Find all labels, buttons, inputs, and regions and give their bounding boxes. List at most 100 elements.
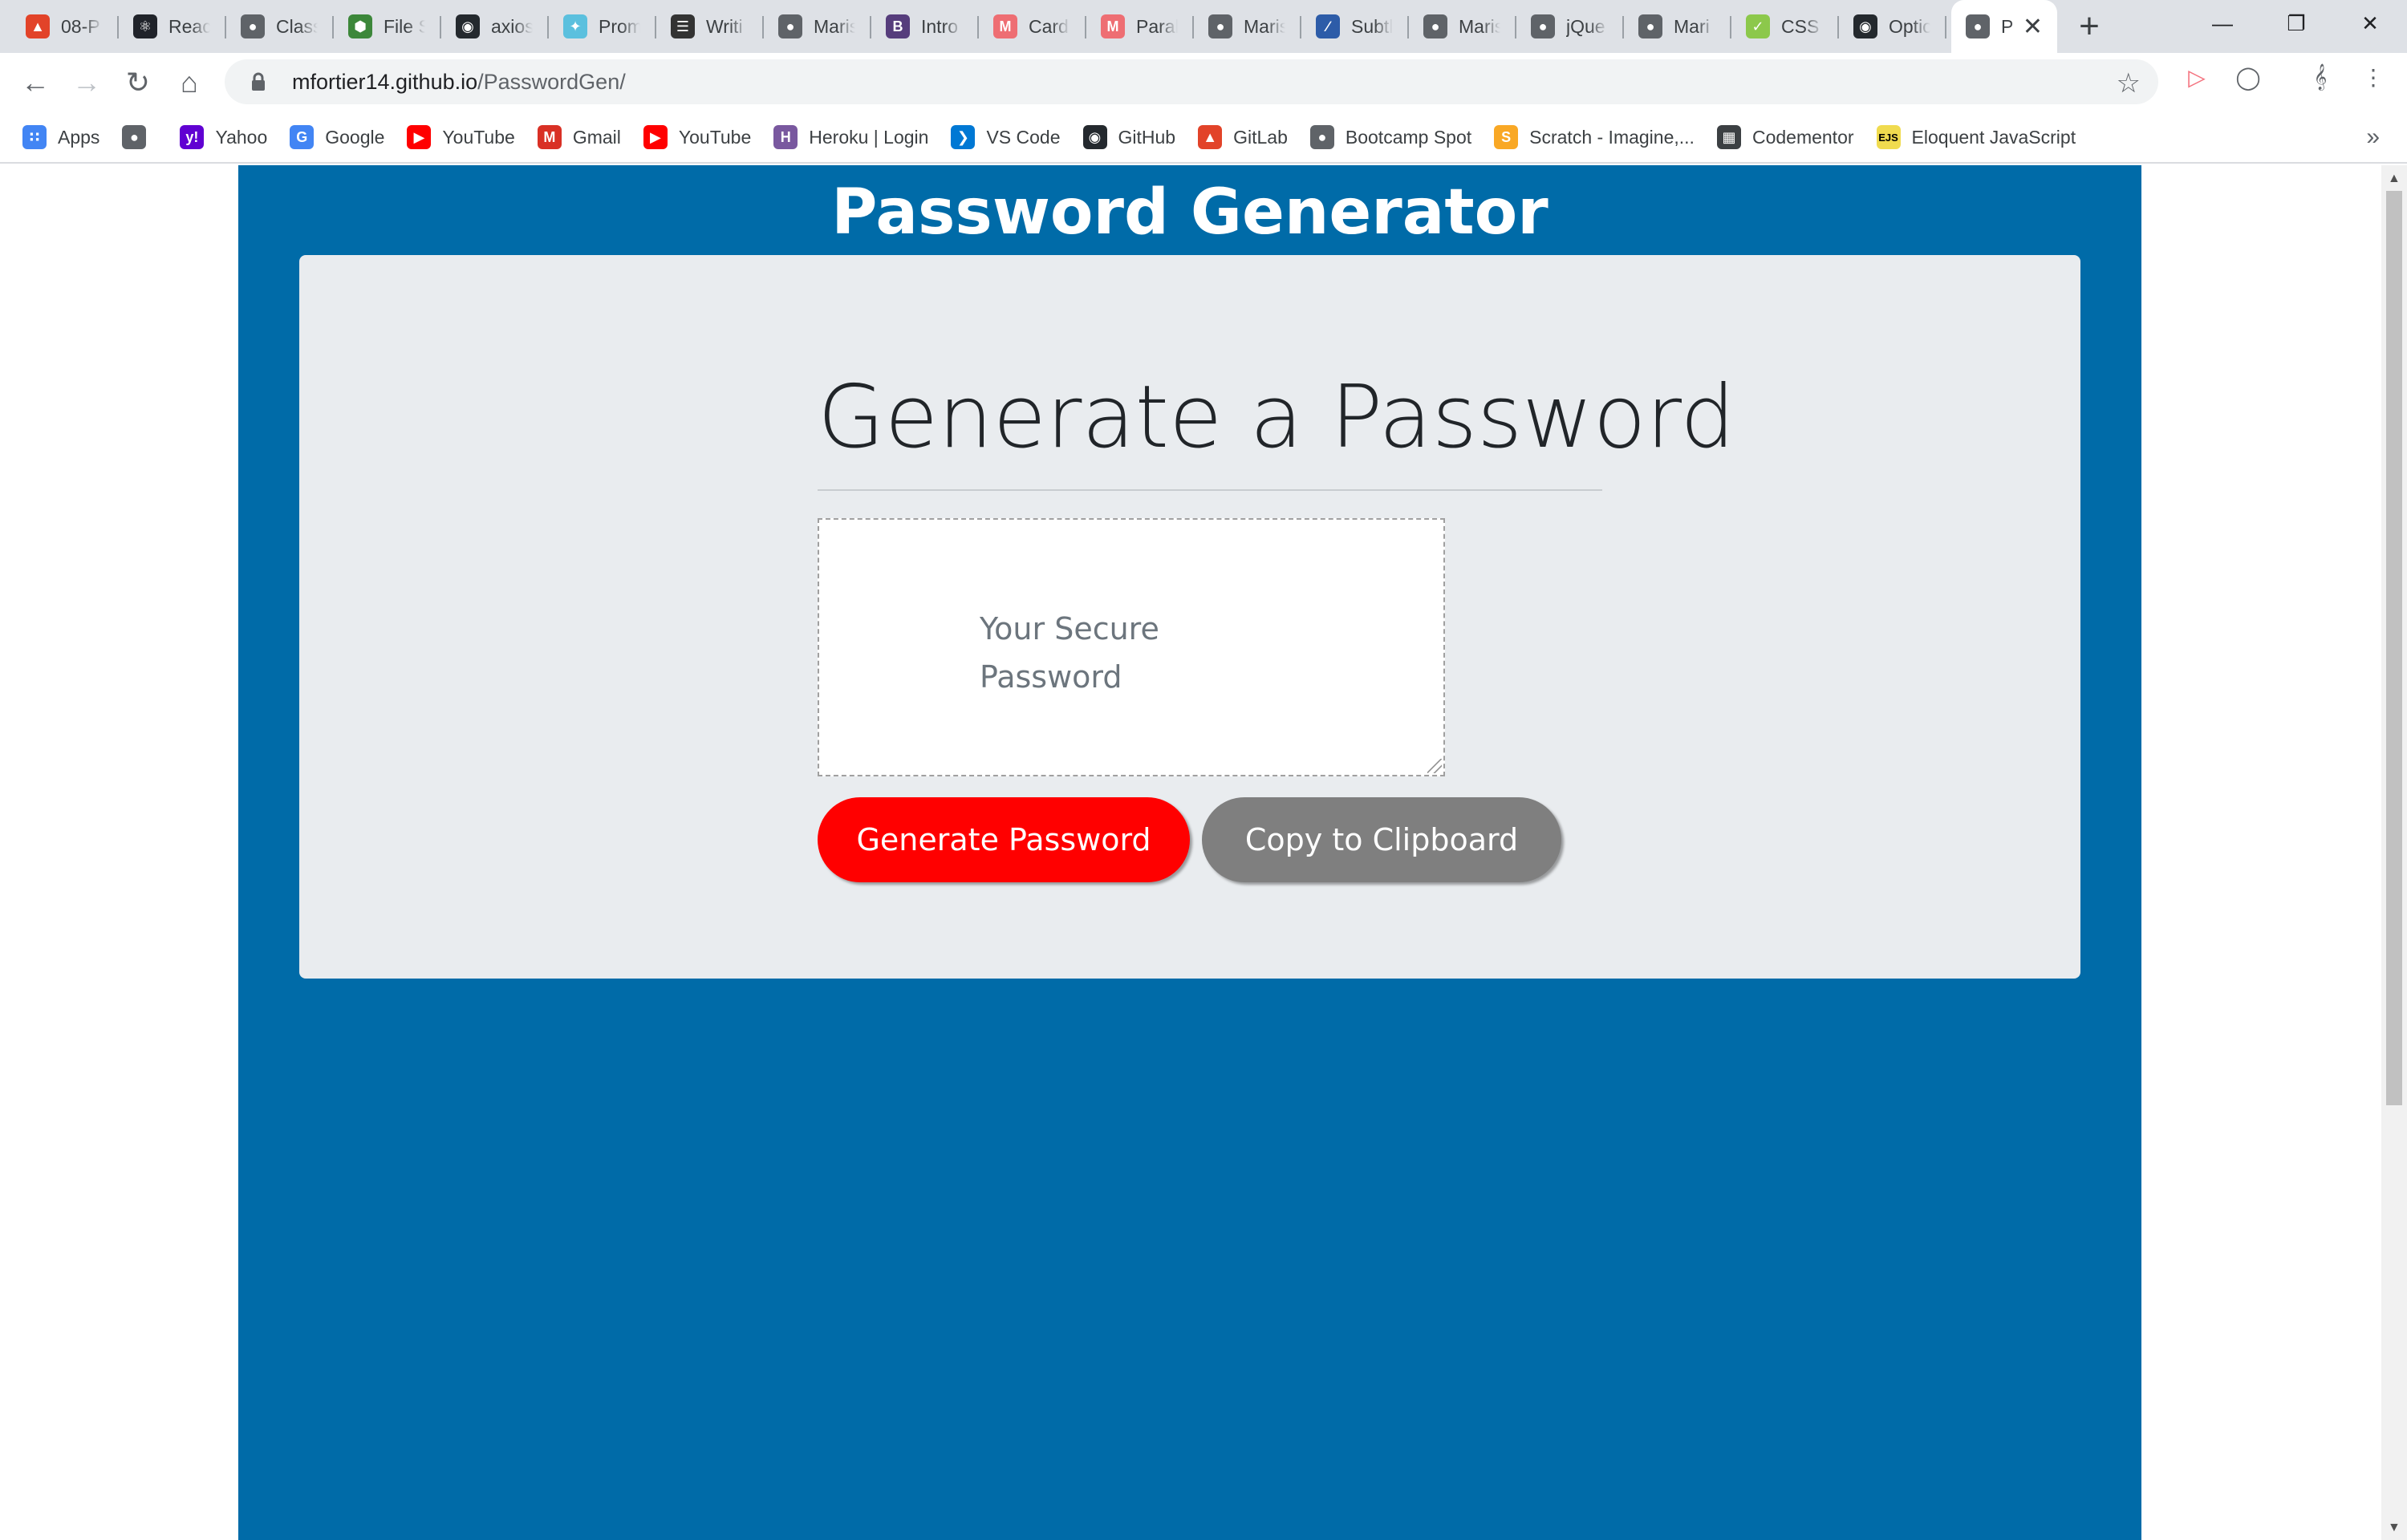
browser-tab[interactable]: ▲ 08-P [11, 0, 119, 53]
heroku-icon: H [773, 125, 798, 149]
generate-password-button[interactable]: Generate Password [818, 797, 1190, 882]
globe-icon: ● [1638, 14, 1662, 38]
tab-title: File S [384, 15, 425, 37]
bookmarks-bar: ∷ Apps ● y! Yahoo G Google ▶ YouTube M Gmail ▶ YouTu… [0, 112, 2407, 164]
bird-icon: ✦ [563, 14, 587, 38]
back-button[interactable]: ← [10, 57, 61, 108]
scroll-up-icon[interactable]: ▲ [2388, 172, 2401, 186]
node-icon: ⬢ [348, 14, 372, 38]
window-controls: — ❐ ✕ [2186, 0, 2407, 47]
bookmark-item[interactable]: EJS Eloquent JavaScript [1876, 125, 2076, 149]
reload-button[interactable]: ↻ [112, 57, 164, 108]
scrollbar-thumb[interactable] [2386, 191, 2402, 1105]
bookmark-item[interactable]: ∷ Apps [22, 125, 99, 149]
tab-title: React [168, 15, 210, 37]
address-bar[interactable]: mfortier14.github.io/PasswordGen/ ☆ [225, 59, 2158, 104]
tab-title: Writi [706, 15, 743, 37]
bookmark-label: VS Code [986, 126, 1061, 148]
browser-tab[interactable]: ◉ axios [441, 0, 549, 53]
extension-icon[interactable]: ◯ [2227, 56, 2269, 98]
github-icon: ◉ [1082, 125, 1107, 149]
music-extension-icon[interactable]: 𝄞 [2299, 56, 2341, 98]
close-tab-icon[interactable]: ✕ [2023, 13, 2043, 41]
bookmark-item[interactable]: M Gmail [537, 125, 621, 149]
bookmark-label: YouTube [678, 126, 752, 148]
bookmark-item[interactable]: ▶ YouTube [643, 125, 751, 149]
browser-tab[interactable]: B Intro [871, 0, 979, 53]
bookmark-label: GitLab [1233, 126, 1288, 148]
tab-title: CSS I [1781, 15, 1823, 37]
bookmark-item[interactable]: ❯ VS Code [951, 125, 1061, 149]
github-icon: ◉ [456, 14, 480, 38]
browser-tab[interactable]: M Card [979, 0, 1086, 53]
bookmark-label: Eloquent JavaScript [1911, 126, 2076, 148]
bookmark-item[interactable]: y! Yahoo [180, 125, 267, 149]
copy-to-clipboard-button[interactable]: Copy to Clipboard [1202, 797, 1561, 882]
bookmark-item[interactable]: ▶ YouTube [407, 125, 515, 149]
lock-icon [247, 71, 270, 93]
browser-tab[interactable]: M Paral [1086, 0, 1194, 53]
scroll-down-icon[interactable]: ▼ [2388, 1521, 2401, 1535]
browser-tab[interactable]: ● Maris [764, 0, 871, 53]
tab-title: Card [1029, 15, 1069, 37]
tab-title: Prom [599, 15, 640, 37]
globe-icon: ● [122, 125, 147, 149]
globe-icon: ● [241, 14, 265, 38]
globe-icon: ● [1423, 14, 1447, 38]
browser-tab[interactable]: ● Mari [1624, 0, 1731, 53]
bookmark-label: Apps [58, 126, 100, 148]
browser-tab[interactable]: ☰ Writi [656, 0, 764, 53]
browser-toolbar: ← → ↻ ⌂ mfortier14.github.io/PasswordGen… [0, 53, 2407, 112]
bookmark-star-icon[interactable]: ☆ [2117, 67, 2141, 99]
browser-tab[interactable]: ✦ Prom [549, 0, 656, 53]
tab-title: Maris [1244, 15, 1285, 37]
bookmark-item[interactable]: ● [122, 125, 157, 149]
browser-tab[interactable]: ⚛ React [119, 0, 226, 53]
new-tab-button[interactable]: + [2065, 0, 2113, 53]
bookmark-item[interactable]: ▲ GitLab [1198, 125, 1288, 149]
bookmark-label: Gmail [572, 126, 621, 148]
subtle-icon: ∕ [1316, 14, 1340, 38]
bookmark-item[interactable]: G Google [290, 125, 384, 149]
minimize-button[interactable]: — [2186, 0, 2259, 47]
browser-tab[interactable]: ● jQue [1516, 0, 1624, 53]
site-title: Password Generator [831, 176, 1549, 249]
close-window-button[interactable]: ✕ [2333, 0, 2407, 47]
browser-tab[interactable]: ⬢ File S [334, 0, 441, 53]
gitlab-icon: ▲ [26, 14, 50, 38]
browser-tab[interactable]: ● Class [226, 0, 334, 53]
vscode-icon: ❯ [951, 125, 976, 149]
bookmarks-overflow-icon[interactable]: » [2366, 124, 2380, 151]
browser-tab[interactable]: ∕ Subtl [1301, 0, 1409, 53]
browser-tab[interactable]: ● Maris [1409, 0, 1516, 53]
apps-grid-icon: ∷ [22, 125, 47, 149]
password-textarea[interactable]: Your Secure Password [818, 518, 1445, 776]
browser-tab[interactable]: ✓ CSS I [1731, 0, 1839, 53]
react-icon: ⚛ [133, 14, 157, 38]
vertical-scrollbar[interactable]: ▲ ▼ [2381, 165, 2407, 1540]
tab-title: Optio [1889, 15, 1930, 37]
globe-icon: ● [1309, 125, 1334, 149]
menu-kebab-icon[interactable]: ⋮ [2352, 56, 2394, 98]
forward-button[interactable]: → [61, 57, 112, 108]
restore-button[interactable]: ❐ [2259, 0, 2333, 47]
tab-title: Paral [1136, 15, 1178, 37]
extension-icon[interactable]: ▷ [2176, 56, 2218, 98]
bookmark-item[interactable]: H Heroku | Login [773, 125, 928, 149]
scratch-icon: S [1494, 125, 1519, 149]
youtube-icon: ▶ [643, 125, 668, 149]
home-button[interactable]: ⌂ [164, 57, 215, 108]
bookmark-item[interactable]: ● Bootcamp Spot [1309, 125, 1471, 149]
browser-tab-active[interactable]: ● P ✕ [1951, 0, 2057, 53]
codementor-icon: ▦ [1716, 125, 1741, 149]
browser-tab[interactable]: ◉ Optio [1839, 0, 1946, 53]
doc-icon: ☰ [671, 14, 695, 38]
bookmark-item[interactable]: ◉ GitHub [1082, 125, 1175, 149]
bookmark-item[interactable]: ▦ Codementor [1716, 125, 1854, 149]
bookmark-label: YouTube [442, 126, 515, 148]
resize-grip-icon[interactable] [1427, 759, 1442, 773]
bookmark-item[interactable]: S Scratch - Imagine,... [1494, 125, 1695, 149]
browser-tab[interactable]: ● Maris [1194, 0, 1301, 53]
page-container: Password Generator Generate a Password Y… [238, 165, 2141, 1540]
tab-title: Maris [814, 15, 855, 37]
